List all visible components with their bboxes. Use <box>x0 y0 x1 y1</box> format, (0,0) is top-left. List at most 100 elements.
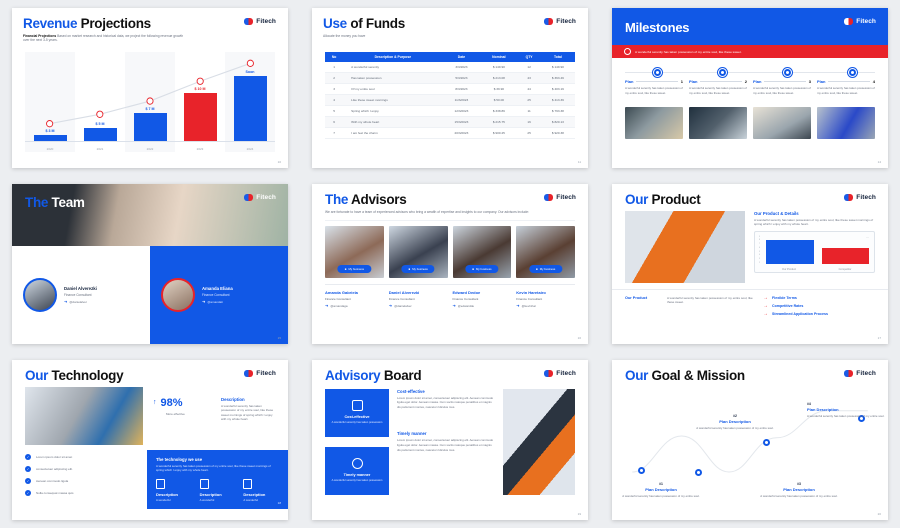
slide-use-of-funds[interactable]: Use of Funds Allocate the money you have… <box>312 8 588 168</box>
bar <box>821 248 869 264</box>
description-text: A wonderful serenity has taken possessio… <box>221 403 274 422</box>
slide-milestones[interactable]: Milestones Fitech A wonderful serenity h… <box>612 8 888 168</box>
technology-top: ↑ 98% More effective Description A wonder… <box>12 386 288 445</box>
product-photo <box>625 210 745 283</box>
slide-advisory-board[interactable]: Advisory Board Fitech Cost-effective A w… <box>312 360 588 520</box>
slide-our-product[interactable]: Our Product Fitech Our Product & Details… <box>612 184 888 344</box>
subtitle-lead: Financial Projections <box>23 33 57 38</box>
table-cell: Like these sweet mornings <box>343 94 443 107</box>
advisor-handle[interactable]: ➜ @edwardde <box>453 304 512 309</box>
product-content: Our Product & Details A wonderful sereni… <box>612 210 888 283</box>
box-item-text: A wonderful <box>243 497 258 502</box>
goal-dot[interactable] <box>637 466 645 474</box>
goal-node: #2 Plan Description A wonderful serenity… <box>687 414 783 431</box>
member-handle[interactable]: ➜ @amandati <box>202 299 233 304</box>
table-cell: 8/3/2023 <box>442 83 481 96</box>
clock-icon <box>351 457 363 469</box>
member-handle[interactable]: ➜ @danielalver <box>64 299 97 304</box>
more-options-icon[interactable]: ⋯ <box>866 235 869 239</box>
box-title: The technology we use <box>156 456 203 462</box>
twitter-icon: ➜ <box>325 303 329 309</box>
plan-label: Plan <box>753 79 762 84</box>
footer-title: Our Product <box>625 295 648 300</box>
timeline-dot[interactable] <box>847 68 857 77</box>
briefcase-icon: ■ <box>408 267 411 272</box>
slide-cell-our-technology[interactable]: Our Technology Fitech ↑ 98% More effectiv… <box>0 352 300 528</box>
plan-text: A wonderful serenity has taken possessio… <box>625 86 683 95</box>
table-cell: 20/3/2023 <box>442 127 481 140</box>
stat-caption: More effective <box>166 411 185 416</box>
product-detail-title: Our Product & Details <box>754 210 799 216</box>
column-header: QTY <box>517 52 541 63</box>
title-rest: Team <box>48 195 85 210</box>
goal-dot[interactable] <box>762 438 770 446</box>
slide-cell-milestones[interactable]: Milestones Fitech A wonderful serenity h… <box>600 0 900 176</box>
slide-the-team[interactable]: The Team Fitech Daniel Alverezki Finance… <box>12 184 288 344</box>
slide-subtitle: We are fortunate to have a team of exper… <box>325 209 530 214</box>
advisor-badge[interactable]: ■ My business <box>337 265 371 274</box>
table-cell: 12/3/2023 <box>442 105 481 118</box>
advisor-handle[interactable]: ➜ @amandaga <box>325 303 384 309</box>
table-cell: 6 <box>325 116 344 129</box>
slide-cell-the-team[interactable]: The Team Fitech Daniel Alverezki Finance… <box>0 176 300 352</box>
table-cell: $ 403.19 <box>540 83 575 96</box>
x-axis <box>25 141 275 142</box>
page-title: Use of Funds <box>323 17 577 31</box>
table-cell: 1 <box>325 62 344 74</box>
box-item: Description A wonderful <box>156 478 192 502</box>
slide-our-goal-mission[interactable]: Our Goal & Mission Fitech #1 Plan Descri… <box>612 360 888 520</box>
advisor-handle[interactable]: ➜ @kevinhar <box>516 304 575 309</box>
node-text: A wonderful serenity has taken possessio… <box>696 426 774 431</box>
page-number: 19 <box>577 512 581 516</box>
section-text: Lorem ipsum dolor sit amet, consectetuer… <box>397 395 494 409</box>
slide-the-advisors[interactable]: The Advisors We are fortunate to have a … <box>312 184 588 344</box>
advisor-badge[interactable]: ■ My business <box>465 265 499 274</box>
table-cell: $ 413.39 <box>540 94 575 107</box>
slide-revenue-projections[interactable]: Revenue Projections Financial Projection… <box>12 8 288 168</box>
box-item-title: Description <box>243 491 266 497</box>
advisor-badge[interactable]: ■ My business <box>529 265 563 274</box>
table-cell: $ 50.00 <box>480 94 518 107</box>
timeline-dot[interactable] <box>652 68 662 77</box>
list-item: ✓ Nulla consequat massa quis <box>25 489 74 496</box>
plan-label: Plan <box>817 79 826 84</box>
slide-our-technology[interactable]: Our Technology Fitech ↑ 98% More effectiv… <box>12 360 288 520</box>
timeline-dot[interactable] <box>782 68 792 77</box>
advisor-badge[interactable]: ■ My business <box>401 265 435 274</box>
plan-label: Plan <box>625 79 634 84</box>
slide-cell-our-product[interactable]: Our Product Fitech Our Product & Details… <box>600 176 900 352</box>
table-row: 4 Like these sweet mornings 11/3/2023 $ 50.… <box>325 94 575 107</box>
node-text: A wonderful serenity has taken possessio… <box>622 494 700 499</box>
title-accent: Advisory <box>325 368 381 383</box>
table-cell: I am feel the charm <box>343 127 443 140</box>
slide-cell-our-goal-mission[interactable]: Our Goal & Mission Fitech #1 Plan Descri… <box>600 352 900 528</box>
slide-cell-revenue-projections[interactable]: Revenue Projections Financial Projection… <box>0 0 300 176</box>
node-text: A wonderful serenity has taken possessio… <box>807 414 885 419</box>
brand-logo: Fitech <box>544 194 576 201</box>
milestone-item: Plan 2 A wonderful serenity has taken pos… <box>689 79 747 139</box>
column-header: Nominal <box>480 52 518 63</box>
table-row: 5 Spring which I enjoy 12/3/2023 $ 338.89 11… <box>325 105 575 118</box>
y-axis-ticks: 98765432 <box>759 235 761 264</box>
advisor-name: Daniel Alverezki <box>388 290 420 296</box>
plan-number: 1 <box>680 79 683 84</box>
page-number: 11 <box>577 160 581 164</box>
brand-name: Fitech <box>556 18 576 25</box>
arrow-right-icon: → <box>763 310 768 317</box>
slide-cell-the-advisors[interactable]: The Advisors We are fortunate to have a … <box>300 176 600 352</box>
brand-name: Fitech <box>556 370 576 377</box>
table-row: 3 Of my entire soul 8/3/2023 $ 39.90 44 $ 403… <box>325 83 575 96</box>
advisor-handle[interactable]: ➜ @danielalver <box>389 304 448 309</box>
plan-number: 4 <box>872 79 875 84</box>
milestone-photo <box>689 107 747 139</box>
box-text: A wonderful serenity has taken possessio… <box>156 463 271 473</box>
slide-cell-use-of-funds[interactable]: Use of Funds Allocate the money you have… <box>300 0 600 176</box>
node-text: A wonderful serenity has taken possessio… <box>760 494 838 499</box>
funds-table: No Description & Purpose Date Nominal QT… <box>325 52 575 140</box>
timeline-dot[interactable] <box>717 68 727 77</box>
x-tick: 2023 <box>196 147 204 151</box>
plan-number: 2 <box>744 79 747 84</box>
banner-text: A wonderful serenity has taken possessio… <box>635 49 742 54</box>
section-text: Lorem ipsum dolor sit amet, consectetuer… <box>397 438 494 452</box>
slide-cell-advisory-board[interactable]: Advisory Board Fitech Cost-effective A w… <box>300 352 600 528</box>
